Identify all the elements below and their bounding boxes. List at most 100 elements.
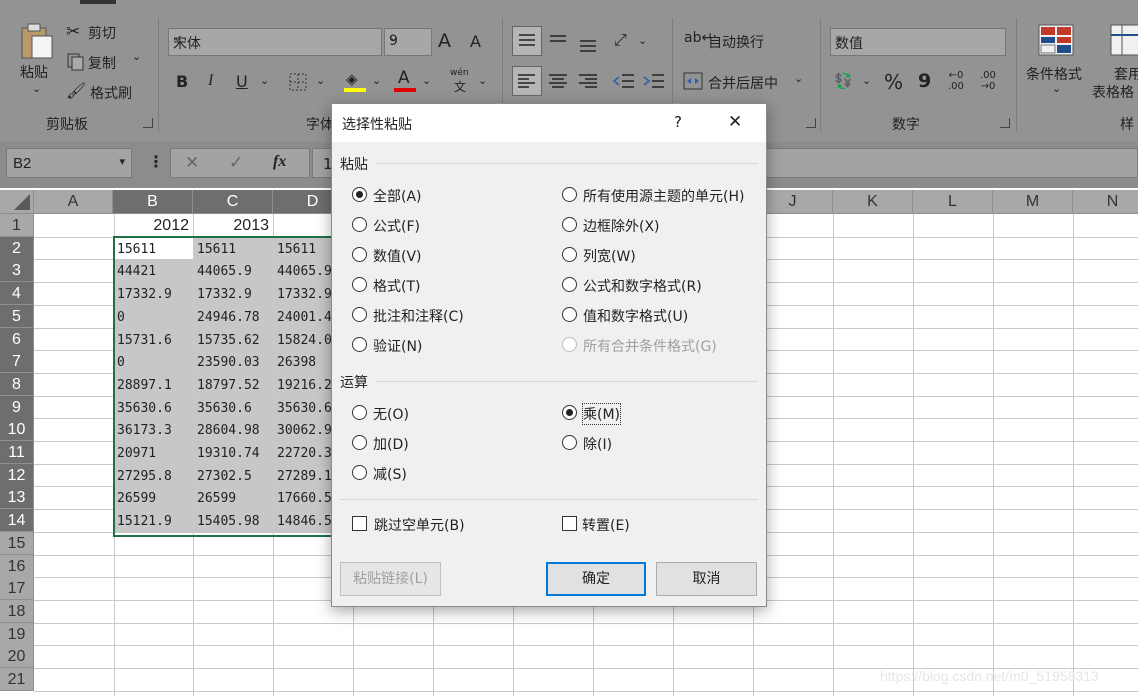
comma-style-icon[interactable]: 9 — [918, 70, 931, 92]
paste-option-radio[interactable]: 所有使用源主题的单元(H) — [562, 186, 762, 206]
header-cell[interactable]: 2012 — [113, 214, 193, 237]
fill-color-button[interactable]: ◈ — [344, 70, 370, 94]
chevron-down-icon[interactable]: ⌄ — [260, 74, 269, 87]
paste-option-radio[interactable]: 验证(N) — [352, 336, 552, 356]
wrap-text-button[interactable]: ab↵ 自动换行 — [684, 30, 794, 54]
column-header-n[interactable]: N — [1073, 190, 1138, 214]
paste-option-radio[interactable]: 公式和数字格式(R) — [562, 276, 762, 296]
merge-center-button[interactable]: 合并后居中 ⌄ — [682, 70, 806, 94]
row-header-19[interactable]: 19 — [0, 622, 34, 646]
help-button[interactable]: ? — [674, 113, 682, 131]
paste-option-radio[interactable]: 列宽(W) — [562, 246, 762, 266]
dialog-launcher-icon[interactable] — [143, 118, 153, 128]
align-left-button[interactable] — [512, 66, 542, 96]
name-box[interactable]: B2 ▾ — [6, 148, 132, 178]
phonetic-button[interactable]: wén 文 — [450, 68, 474, 96]
format-as-table-button[interactable]: 套用 表格格 — [1090, 22, 1138, 102]
column-header-c[interactable]: C — [193, 190, 273, 214]
column-header-a[interactable]: A — [34, 190, 113, 214]
row-header-1[interactable]: 1 — [0, 214, 34, 237]
chevron-down-icon[interactable]: ⌄ — [478, 74, 487, 87]
paste-option-radio[interactable]: 公式(F) — [352, 216, 552, 236]
row-header-21[interactable]: 21 — [0, 668, 34, 691]
header-cell[interactable]: 2013 — [193, 214, 273, 237]
row-header-14[interactable]: 14 — [0, 509, 34, 533]
accounting-format-icon[interactable]: 💱 — [834, 72, 853, 90]
cancel-entry-icon[interactable]: ✕ — [185, 153, 199, 173]
chevron-down-icon[interactable]: ⌄ — [422, 74, 431, 87]
operation-option-radio[interactable]: 乘(M) — [562, 403, 682, 425]
align-bottom-icon[interactable] — [576, 30, 600, 54]
column-header-l[interactable]: L — [913, 190, 993, 214]
row-header-2[interactable]: 2 — [0, 236, 34, 260]
paste-link-button[interactable]: 粘贴链接(L) — [340, 562, 441, 596]
paste-option-radio[interactable]: 格式(T) — [352, 276, 552, 296]
dialog-launcher-icon[interactable] — [1000, 118, 1010, 128]
copy-button[interactable]: 复制 ⌄ — [66, 50, 146, 74]
paste-option-radio[interactable]: 数值(V) — [352, 246, 552, 266]
shrink-font-icon[interactable]: A — [470, 32, 481, 51]
row-header-10[interactable]: 10 — [0, 418, 34, 442]
row-header-20[interactable]: 20 — [0, 645, 34, 669]
skip-blanks-checkbox[interactable]: 跳过空单元(B) — [352, 514, 512, 536]
row-header-8[interactable]: 8 — [0, 372, 34, 396]
grow-font-icon[interactable]: A — [438, 30, 451, 52]
row-header-12[interactable]: 12 — [0, 463, 34, 487]
operation-option-radio[interactable]: 无(O) — [352, 404, 472, 424]
paste-option-radio[interactable]: 批注和注释(C) — [352, 306, 552, 326]
row-header-9[interactable]: 9 — [0, 395, 34, 419]
row-header-17[interactable]: 17 — [0, 577, 34, 601]
decrease-decimal-icon[interactable]: .00 →0 — [980, 70, 996, 92]
cancel-button[interactable]: 取消 — [656, 562, 757, 596]
row-header-13[interactable]: 13 — [0, 486, 34, 510]
align-right-icon[interactable] — [576, 68, 600, 94]
conditional-formatting-button[interactable]: 条件格式 ⌄ — [1024, 22, 1090, 102]
row-header-15[interactable]: 15 — [0, 531, 34, 555]
row-header-5[interactable]: 5 — [0, 304, 34, 328]
font-color-button[interactable]: A — [394, 68, 418, 94]
font-size-dropdown[interactable]: 9 ⌄ — [384, 28, 432, 56]
ok-button[interactable]: 确定 — [546, 562, 646, 596]
row-header-3[interactable]: 3 — [0, 259, 34, 283]
underline-button[interactable]: U — [236, 72, 248, 91]
paste-option-radio[interactable]: 全部(A) — [352, 186, 552, 206]
align-center-icon[interactable] — [546, 68, 570, 94]
row-header-7[interactable]: 7 — [0, 350, 34, 374]
chevron-down-icon[interactable]: ⌄ — [372, 74, 381, 87]
chevron-down-icon[interactable]: ⌄ — [862, 74, 871, 87]
column-header-m[interactable]: M — [993, 190, 1073, 214]
row-header-11[interactable]: 11 — [0, 441, 34, 464]
bold-button[interactable]: B — [176, 72, 188, 91]
align-middle-icon[interactable] — [546, 28, 570, 52]
column-header-b[interactable]: B — [113, 190, 193, 214]
border-icon[interactable] — [288, 72, 308, 92]
paste-option-radio[interactable]: 边框除外(X) — [562, 216, 762, 236]
select-all-corner[interactable] — [0, 190, 34, 214]
row-header-4[interactable]: 4 — [0, 282, 34, 306]
number-format-dropdown[interactable]: 数值 ⌄ — [830, 28, 1006, 56]
cut-button[interactable]: ✂ 剪切 — [66, 22, 146, 44]
chevron-down-icon[interactable]: ⌄ — [316, 74, 325, 87]
operation-option-radio[interactable]: 减(S) — [352, 464, 472, 484]
row-header-6[interactable]: 6 — [0, 327, 34, 351]
decrease-indent-icon[interactable] — [612, 68, 636, 94]
row-header-16[interactable]: 16 — [0, 554, 34, 578]
close-button[interactable]: ✕ — [728, 112, 742, 132]
paste-button[interactable]: 粘贴 ⌄ — [14, 20, 60, 100]
column-header-k[interactable]: K — [833, 190, 913, 214]
confirm-entry-icon[interactable]: ✓ — [229, 153, 243, 173]
operation-option-radio[interactable]: 除(I) — [562, 434, 682, 454]
increase-indent-icon[interactable] — [642, 68, 666, 94]
italic-button[interactable]: I — [208, 72, 213, 90]
operation-option-radio[interactable]: 加(D) — [352, 434, 472, 454]
text-orientation-icon[interactable]: ⤢ — [614, 30, 627, 50]
dialog-launcher-icon[interactable] — [806, 118, 816, 128]
more-options-icon[interactable]: ⋮ — [148, 152, 164, 171]
percent-style-icon[interactable]: % — [884, 70, 903, 94]
format-painter-button[interactable]: 🖌 格式刷 — [66, 81, 146, 104]
align-top-button[interactable] — [512, 26, 542, 56]
insert-function-icon[interactable]: fx — [273, 153, 286, 171]
increase-decimal-icon[interactable]: ←0.00 — [948, 70, 964, 92]
row-header-18[interactable]: 18 — [0, 599, 34, 623]
font-name-dropdown[interactable]: 宋体 ⌄ — [168, 28, 382, 56]
